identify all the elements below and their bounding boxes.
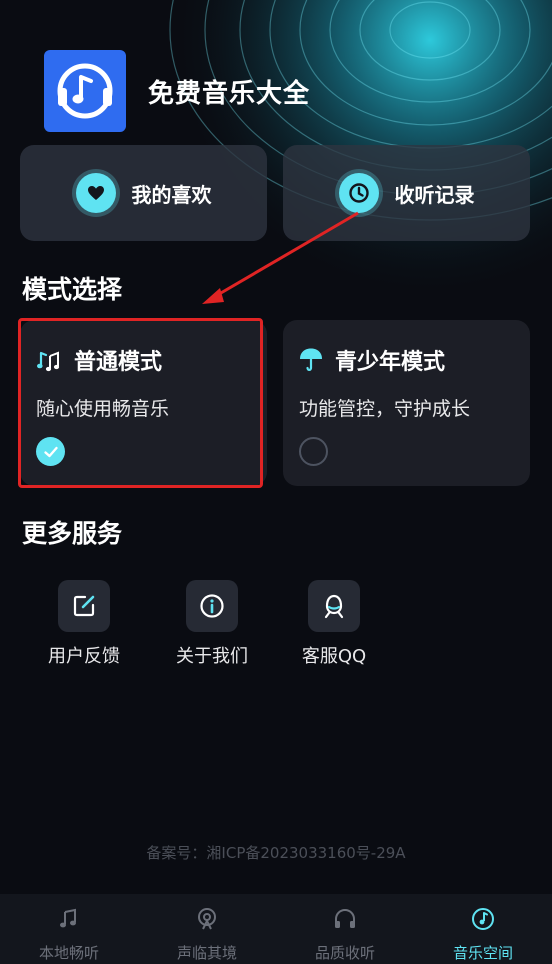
tab-quality-listen-label: 品质收听 bbox=[314, 944, 375, 962]
about-us-label: 关于我们 bbox=[176, 646, 248, 667]
tab-immersive-sound-label: 声临其境 bbox=[176, 944, 237, 962]
customer-service-qq-button[interactable]: 客服QQ bbox=[284, 580, 384, 668]
customer-service-qq-label: 客服QQ bbox=[301, 646, 367, 667]
about-us-button[interactable]: 关于我们 bbox=[162, 580, 262, 668]
icp-record-text: 备案号：湘ICP备2023033160号-29A bbox=[146, 844, 406, 862]
tab-local-listen[interactable]: 本地畅听 bbox=[0, 894, 138, 964]
broadcast-icon bbox=[198, 908, 216, 930]
info-icon bbox=[200, 594, 224, 618]
normal-mode-title: 普通模式 bbox=[74, 350, 163, 375]
tab-immersive-sound[interactable]: 声临其境 bbox=[138, 894, 276, 964]
music-file-icon bbox=[60, 908, 76, 928]
bottom-tab-bar: 本地畅听 声临其境 品质收听 音乐空间 bbox=[0, 894, 552, 964]
youth-mode-card[interactable]: 青少年模式 功能管控，守护成长 bbox=[283, 320, 530, 486]
normal-mode-card[interactable]: 普通模式 随心使用畅音乐 bbox=[20, 320, 267, 486]
music-note-icon bbox=[37, 351, 60, 372]
tab-music-space-label: 音乐空间 bbox=[452, 944, 513, 962]
qq-icon bbox=[324, 594, 344, 619]
normal-mode-desc: 随心使用畅音乐 bbox=[36, 398, 170, 420]
youth-mode-radio-unchecked[interactable] bbox=[299, 437, 328, 466]
umbrella-icon bbox=[300, 348, 322, 371]
tab-music-space[interactable]: 音乐空间 bbox=[414, 894, 552, 964]
disc-icon bbox=[472, 908, 494, 930]
youth-mode-desc: 功能管控，守护成长 bbox=[299, 398, 471, 420]
mode-section-title: 模式选择 bbox=[22, 275, 123, 304]
edit-icon bbox=[73, 595, 95, 617]
tab-quality-listen[interactable]: 品质收听 bbox=[276, 894, 414, 964]
youth-mode-title: 青少年模式 bbox=[335, 350, 446, 375]
headphones-icon bbox=[335, 908, 355, 928]
tab-local-listen-label: 本地畅听 bbox=[38, 944, 99, 962]
user-feedback-label: 用户反馈 bbox=[48, 646, 120, 667]
services-section-title: 更多服务 bbox=[22, 519, 123, 548]
normal-mode-radio-checked[interactable] bbox=[36, 437, 65, 466]
checkmark-icon bbox=[43, 446, 58, 457]
user-feedback-button[interactable]: 用户反馈 bbox=[34, 580, 134, 668]
